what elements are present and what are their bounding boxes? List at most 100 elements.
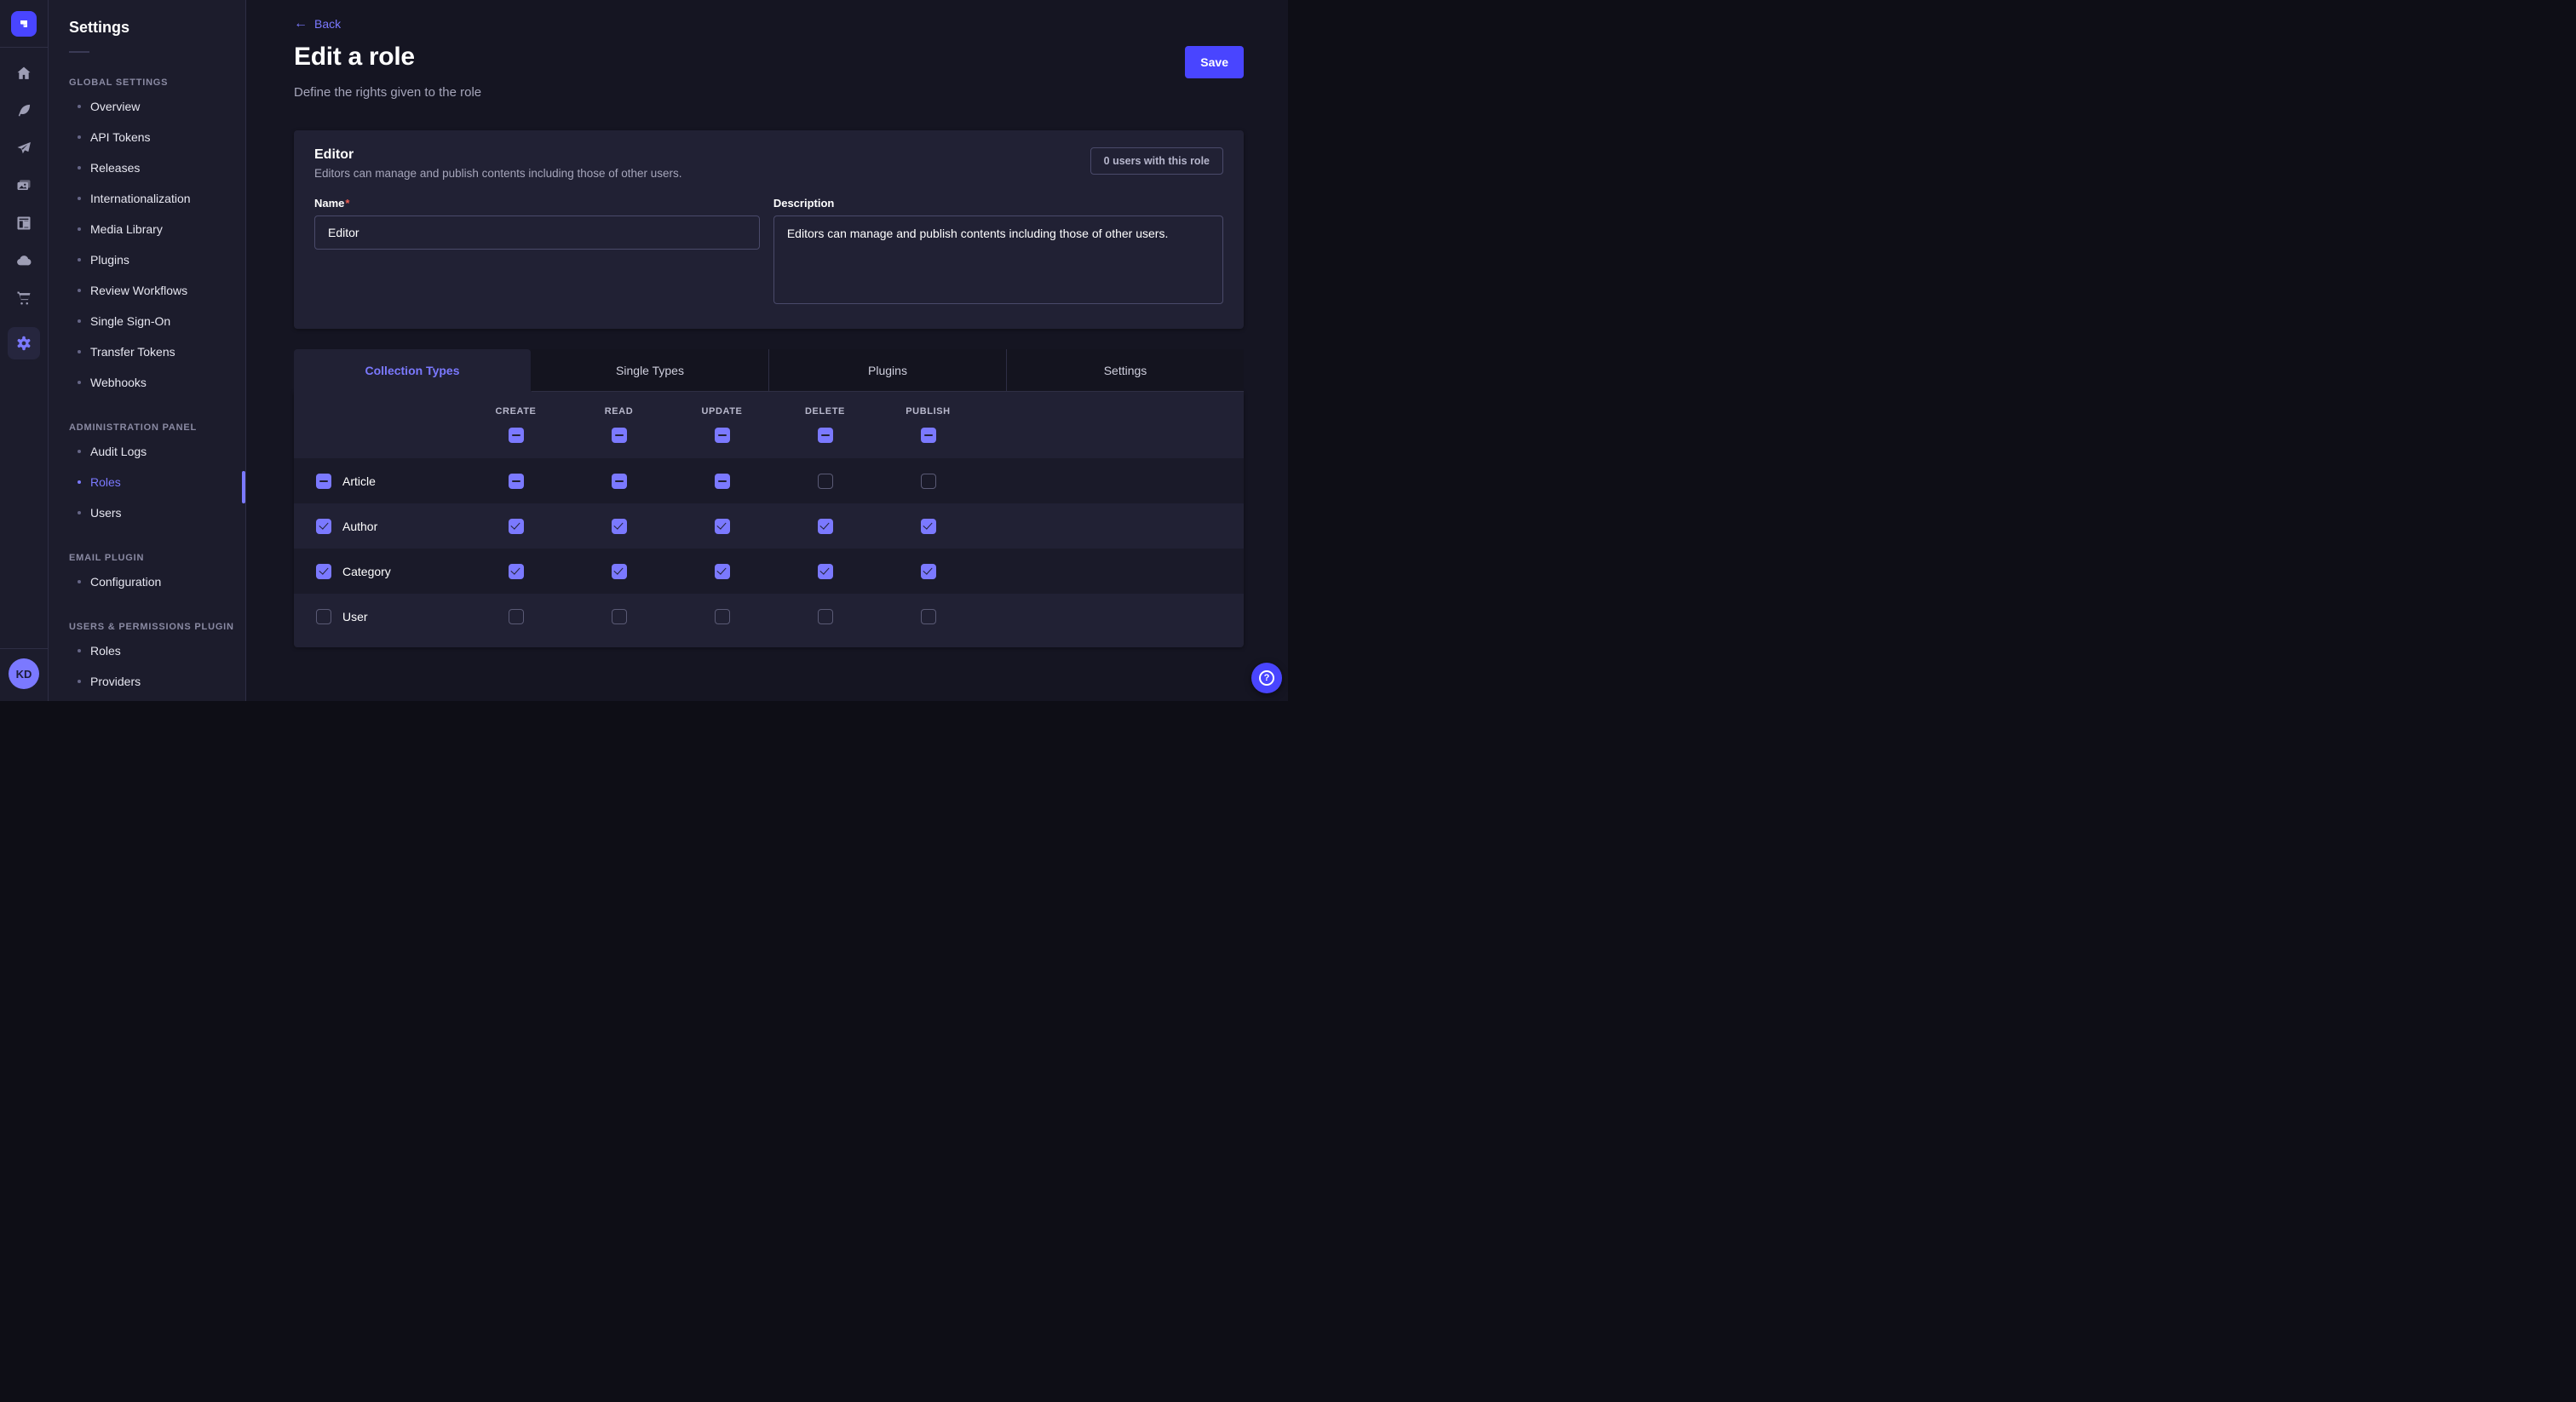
tab-single-types[interactable]: Single Types — [531, 349, 768, 392]
user-update-checkbox[interactable] — [715, 609, 730, 624]
cart-icon[interactable] — [15, 290, 32, 307]
page-subtitle: Define the rights given to the role — [294, 85, 1244, 100]
role-summary: Editors can manage and publish contents … — [314, 167, 682, 180]
home-icon[interactable] — [15, 65, 32, 82]
media-library-icon[interactable] — [15, 177, 32, 194]
column-delete: DELETE — [773, 406, 877, 443]
global-settings-list: Overview API Tokens Releases Internation… — [69, 91, 245, 398]
tab-settings[interactable]: Settings — [1006, 349, 1244, 392]
category-update-checkbox[interactable] — [715, 564, 730, 579]
avatar-initials: KD — [16, 668, 32, 681]
permissions-tabbar: Collection Types Single Types Plugins Se… — [294, 349, 1244, 392]
sidebar-scrollbar-thumb[interactable] — [242, 471, 245, 503]
row-label-cell: Category — [294, 564, 464, 579]
sidebar-item-webhooks[interactable]: Webhooks — [69, 367, 245, 398]
article-read-checkbox[interactable] — [612, 474, 627, 489]
settings-sidebar: Settings GLOBAL SETTINGS Overview API To… — [49, 0, 246, 701]
article-publish-checkbox[interactable] — [921, 474, 936, 489]
role-card-header: Editor Editors can manage and publish co… — [314, 147, 1223, 180]
user-delete-checkbox[interactable] — [818, 609, 833, 624]
table-row-user: User — [294, 594, 1244, 639]
strapi-logo[interactable] — [11, 11, 37, 37]
name-input[interactable] — [314, 215, 760, 250]
select-all-delete-checkbox[interactable] — [818, 428, 833, 443]
category-delete-checkbox[interactable] — [818, 564, 833, 579]
sidebar-item-up-roles[interactable]: Roles — [69, 635, 245, 666]
name-field-group: Name* — [314, 197, 760, 308]
sidebar-item-configuration[interactable]: Configuration — [69, 566, 245, 597]
category-read-checkbox[interactable] — [612, 564, 627, 579]
bullet-icon — [78, 480, 81, 484]
sidebar-item-api-tokens[interactable]: API Tokens — [69, 122, 245, 152]
feather-icon[interactable] — [15, 102, 32, 119]
select-all-create-checkbox[interactable] — [509, 428, 524, 443]
column-create: CREATE — [464, 406, 567, 443]
tab-collection-types[interactable]: Collection Types — [294, 349, 531, 392]
role-fields: Name* Description Editors can manage and… — [314, 197, 1223, 308]
select-all-update-checkbox[interactable] — [715, 428, 730, 443]
nav-rail-footer: KD — [0, 648, 48, 701]
user-avatar[interactable]: KD — [9, 658, 39, 689]
sidebar-item-media-library[interactable]: Media Library — [69, 214, 245, 244]
description-textarea[interactable]: Editors can manage and publish contents … — [773, 215, 1223, 304]
author-row-checkbox[interactable] — [316, 519, 331, 534]
sidebar-item-providers[interactable]: Providers — [69, 666, 245, 697]
settings-nav-button[interactable] — [8, 327, 40, 359]
user-row-checkbox[interactable] — [316, 609, 331, 624]
user-publish-checkbox[interactable] — [921, 609, 936, 624]
name-label: Name* — [314, 197, 760, 210]
select-all-read-checkbox[interactable] — [612, 428, 627, 443]
sidebar-item-audit-logs[interactable]: Audit Logs — [69, 436, 245, 467]
sidebar-item-transfer-tokens[interactable]: Transfer Tokens — [69, 336, 245, 367]
page-header: Edit a role Save — [294, 43, 1244, 78]
strapi-logo-icon — [17, 17, 31, 31]
nav-rail-logo-section — [0, 0, 48, 48]
row-label: Author — [342, 520, 377, 533]
author-update-checkbox[interactable] — [715, 519, 730, 534]
role-details-card: Editor Editors can manage and publish co… — [294, 130, 1244, 329]
article-row-checkbox[interactable] — [316, 474, 331, 489]
save-button[interactable]: Save — [1185, 46, 1244, 78]
layout-icon[interactable] — [15, 215, 32, 232]
back-link[interactable]: ← Back — [294, 17, 341, 31]
cloud-icon[interactable] — [15, 252, 32, 269]
select-all-publish-checkbox[interactable] — [921, 428, 936, 443]
sidebar-item-review-workflows[interactable]: Review Workflows — [69, 275, 245, 306]
sidebar-title: Settings — [69, 19, 245, 37]
sidebar-item-overview[interactable]: Overview — [69, 91, 245, 122]
article-create-checkbox[interactable] — [509, 474, 524, 489]
sidebar-item-users[interactable]: Users — [69, 497, 245, 528]
user-create-checkbox[interactable] — [509, 609, 524, 624]
sidebar-item-admin-roles[interactable]: Roles — [69, 467, 245, 497]
question-mark-icon: ? — [1259, 670, 1274, 686]
article-delete-checkbox[interactable] — [818, 474, 833, 489]
permissions-panel: CREATE READ UPDATE DELETE — [294, 392, 1244, 647]
sidebar-item-single-sign-on[interactable]: Single Sign-On — [69, 306, 245, 336]
tab-plugins[interactable]: Plugins — [768, 349, 1006, 392]
bullet-icon — [78, 135, 81, 139]
author-read-checkbox[interactable] — [612, 519, 627, 534]
bullet-icon — [78, 381, 81, 384]
back-label: Back — [314, 17, 341, 31]
category-create-checkbox[interactable] — [509, 564, 524, 579]
bullet-icon — [78, 680, 81, 683]
author-publish-checkbox[interactable] — [921, 519, 936, 534]
author-delete-checkbox[interactable] — [818, 519, 833, 534]
users-with-role-badge[interactable]: 0 users with this role — [1090, 147, 1223, 175]
row-label: User — [342, 610, 368, 623]
category-row-checkbox[interactable] — [316, 564, 331, 579]
sidebar-item-internationalization[interactable]: Internationalization — [69, 183, 245, 214]
column-publish: PUBLISH — [877, 406, 980, 443]
paper-plane-icon[interactable] — [15, 140, 32, 157]
category-publish-checkbox[interactable] — [921, 564, 936, 579]
sidebar-item-plugins[interactable]: Plugins — [69, 244, 245, 275]
help-button[interactable]: ? — [1251, 663, 1282, 693]
article-update-checkbox[interactable] — [715, 474, 730, 489]
author-create-checkbox[interactable] — [509, 519, 524, 534]
user-read-checkbox[interactable] — [612, 609, 627, 624]
sidebar-item-releases[interactable]: Releases — [69, 152, 245, 183]
description-label: Description — [773, 197, 1223, 210]
row-label-cell: User — [294, 609, 464, 624]
back-arrow-icon: ← — [294, 17, 308, 31]
permissions-rows: Article Author — [294, 458, 1244, 639]
